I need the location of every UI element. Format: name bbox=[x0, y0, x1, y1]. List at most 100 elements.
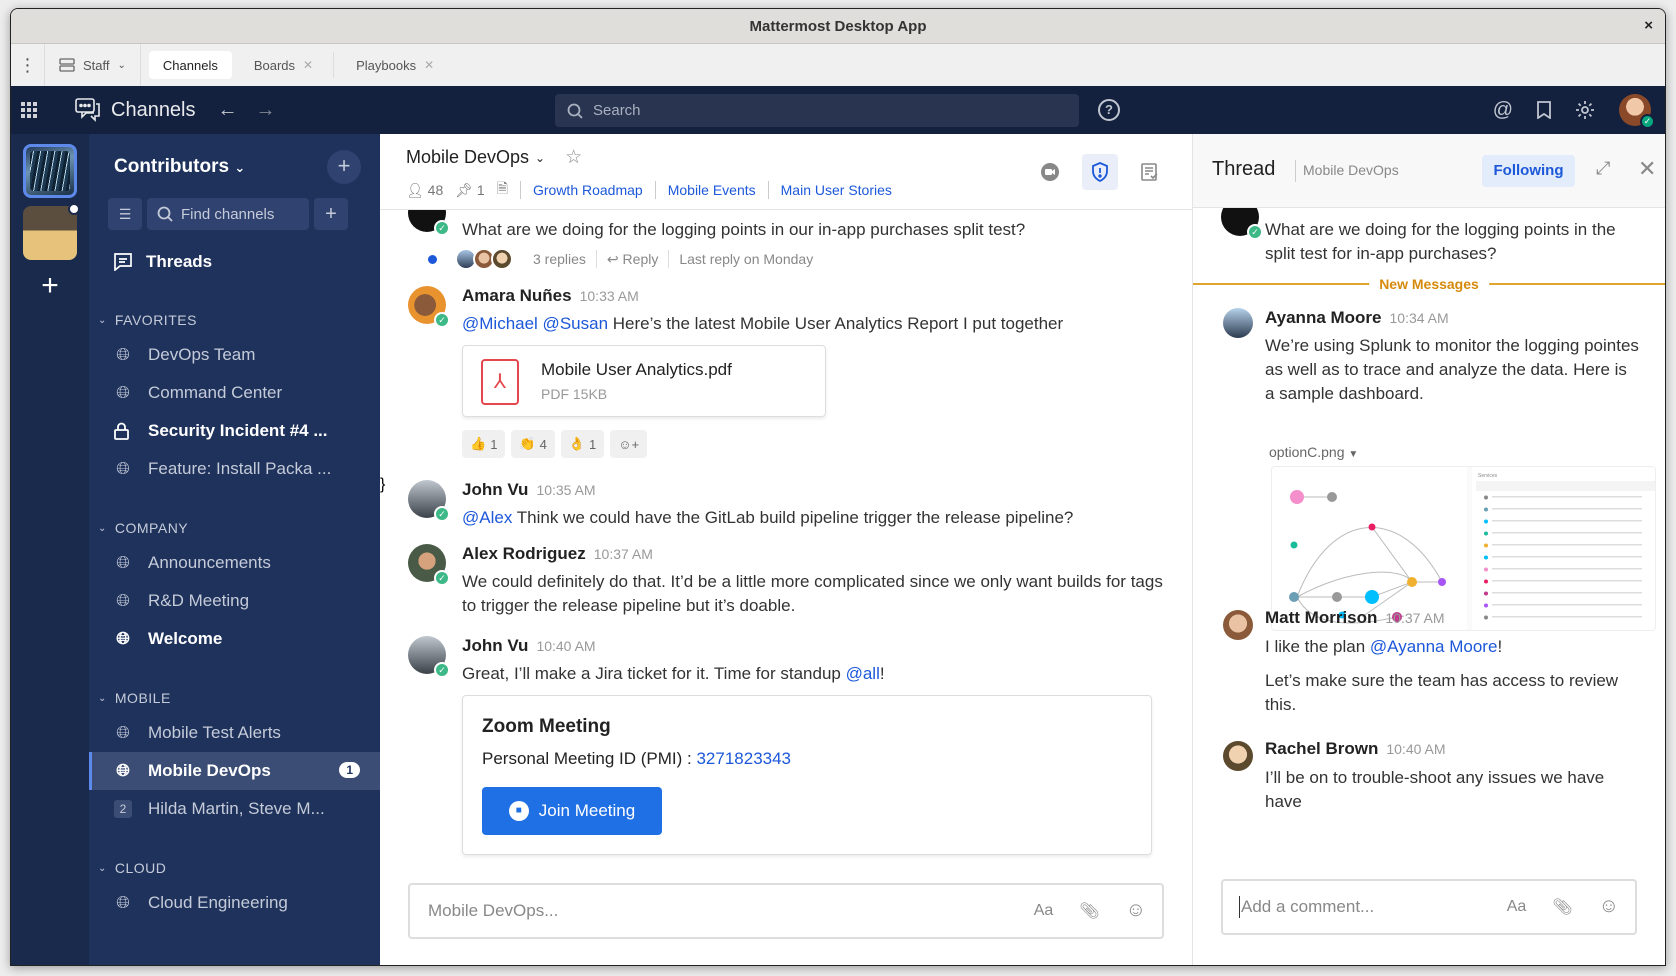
incident-shield-icon[interactable] bbox=[1082, 154, 1118, 190]
post-author[interactable]: Ayanna Moore 10:34 AM bbox=[1265, 308, 1449, 328]
reply-input[interactable]: Add a comment... Aa 📎︎ ☺ bbox=[1221, 879, 1637, 935]
favorite-star-icon[interactable]: ☆ bbox=[565, 146, 582, 169]
sidebar-item-devops-team[interactable]: 🌐︎ DevOps Team bbox=[89, 336, 380, 374]
table-row-line bbox=[1492, 520, 1642, 522]
attach-icon[interactable]: 📎︎ bbox=[1552, 897, 1572, 917]
message-input[interactable]: Mobile DevOps... Aa 📎︎ ☺ bbox=[408, 883, 1164, 939]
new-message-button[interactable]: + bbox=[314, 198, 348, 230]
tab-playbooks[interactable]: Playbooks ✕ bbox=[342, 51, 448, 79]
add-team-icon[interactable]: + bbox=[11, 269, 89, 303]
zoom-meeting-card: Zoom Meeting Personal Meeting ID (PMI) :… bbox=[462, 695, 1152, 855]
image-attachment[interactable]: Services bbox=[1271, 466, 1656, 631]
user-avatar[interactable]: ✓ bbox=[1619, 94, 1655, 129]
post-time[interactable]: 10:40 AM bbox=[1386, 741, 1445, 757]
following-button[interactable]: Following bbox=[1482, 155, 1575, 187]
mention[interactable]: @Michael @Susan bbox=[462, 314, 608, 333]
server-dropdown[interactable]: Staff ⌄ bbox=[45, 44, 141, 86]
post-time[interactable]: 10:34 AM bbox=[1390, 310, 1449, 326]
post-time[interactable]: 10:40 AM bbox=[536, 638, 595, 654]
search-input[interactable]: Search bbox=[555, 94, 1079, 127]
reply-button[interactable]: ↩ Reply bbox=[607, 251, 658, 268]
post-author[interactable]: Matt Morrison 10:37 AM bbox=[1265, 608, 1445, 628]
category-company[interactable]: ⌄ COMPANY bbox=[98, 520, 188, 536]
formatting-icon[interactable]: Aa bbox=[1034, 902, 1054, 920]
bookmark-link[interactable]: Main User Stories bbox=[781, 182, 892, 198]
thread-channel[interactable]: Mobile DevOps bbox=[1303, 162, 1399, 178]
join-meeting-button[interactable]: ■ Join Meeting bbox=[482, 787, 662, 835]
sidebar-item-rd-meeting[interactable]: 🌐︎ R&D Meeting bbox=[89, 582, 380, 620]
sidebar-item-announcements[interactable]: 🌐︎ Announcements bbox=[89, 544, 380, 582]
sidebar-item-cloud-engineering[interactable]: 🌐︎ Cloud Engineering bbox=[89, 884, 380, 922]
post-time[interactable]: 10:33 AM bbox=[580, 288, 639, 304]
sidebar-item-threads[interactable]: Threads bbox=[114, 252, 212, 272]
forward-arrow-icon[interactable]: → bbox=[256, 99, 276, 122]
bookmark-link[interactable]: Mobile Events bbox=[668, 182, 756, 198]
members-button[interactable]: 👤︎ 48 bbox=[406, 182, 443, 199]
reactions: 👍 1 👏 4 👌 1 ☺+ bbox=[462, 430, 648, 458]
post-time[interactable]: 10:37 AM bbox=[594, 546, 653, 562]
add-channel-button[interactable]: + bbox=[327, 150, 361, 184]
emoji-icon[interactable]: ☺ bbox=[1599, 895, 1619, 918]
tab-boards[interactable]: Boards ✕ bbox=[240, 51, 327, 79]
reaction-clap[interactable]: 👏 4 bbox=[511, 430, 555, 458]
post-author[interactable]: John Vu 10:40 AM bbox=[462, 636, 596, 656]
team-second-icon[interactable] bbox=[23, 203, 80, 260]
post-time[interactable]: 10:37 AM bbox=[1385, 610, 1444, 626]
emoji-icon[interactable]: ☺ bbox=[1126, 899, 1146, 922]
channel-title-menu[interactable]: Mobile DevOps ⌄ ☆ bbox=[406, 146, 582, 169]
bookmark-link[interactable]: Growth Roadmap bbox=[533, 182, 643, 198]
category-cloud[interactable]: ⌄ CLOUD bbox=[98, 860, 166, 876]
divider bbox=[668, 250, 670, 268]
tab-channels[interactable]: Channels bbox=[148, 51, 232, 79]
post-time[interactable]: 10:35 AM bbox=[536, 482, 595, 498]
formatting-icon[interactable]: Aa bbox=[1507, 898, 1527, 916]
sidebar-item-security-incident[interactable]: Security Incident #4 ... bbox=[89, 412, 380, 450]
find-channels-input[interactable]: Find channels bbox=[147, 198, 309, 230]
mention[interactable]: @Alex bbox=[462, 508, 512, 527]
add-reaction-icon[interactable]: ☺+ bbox=[610, 430, 648, 458]
files-icon[interactable]: 🗎 bbox=[497, 178, 508, 202]
reaction-thumbs-up[interactable]: 👍 1 bbox=[462, 430, 506, 458]
reply-count[interactable]: 3 replies bbox=[533, 251, 586, 267]
product-switcher[interactable]: Channels bbox=[75, 98, 196, 122]
file-attachment[interactable]: ⅄ Mobile User Analytics.pdf PDF 15KB bbox=[462, 345, 826, 417]
category-mobile[interactable]: ⌄ MOBILE bbox=[98, 690, 171, 706]
video-call-icon[interactable] bbox=[1032, 154, 1068, 190]
team-contributors-icon[interactable] bbox=[23, 144, 77, 198]
sidebar-item-mobile-devops[interactable]: 🌐︎ Mobile DevOps 1 bbox=[89, 752, 380, 790]
category-favorites[interactable]: ⌄ FAVORITES bbox=[98, 312, 197, 328]
sidebar-item-mobile-test-alerts[interactable]: 🌐︎ Mobile Test Alerts bbox=[89, 714, 380, 752]
attach-icon[interactable]: 📎︎ bbox=[1079, 901, 1099, 921]
sidebar-item-feature-install[interactable]: 🌐︎ Feature: Install Packa ... bbox=[89, 450, 380, 488]
product-menu-grid-icon[interactable] bbox=[21, 102, 61, 118]
checklist-icon[interactable] bbox=[1132, 154, 1168, 190]
sidebar-item-group-dm[interactable]: 2 Hilda Martin, Steve M... bbox=[89, 790, 380, 828]
menu-kebab-icon[interactable]: ⋮ bbox=[11, 44, 45, 86]
pinned-button[interactable]: 📌︎ 1 bbox=[455, 182, 484, 199]
mention[interactable]: @all bbox=[846, 664, 880, 683]
filter-icon[interactable]: ☰ bbox=[108, 198, 142, 230]
close-icon[interactable]: ✕ bbox=[1638, 156, 1656, 182]
back-arrow-icon[interactable]: ← bbox=[218, 99, 238, 122]
mention[interactable]: @Ayanna Moore bbox=[1370, 637, 1498, 656]
post-author[interactable]: Alex Rodriguez 10:37 AM bbox=[462, 544, 653, 564]
gear-icon[interactable] bbox=[1575, 100, 1595, 120]
close-window-button[interactable]: × bbox=[1644, 17, 1653, 34]
sidebar-item-welcome[interactable]: 🌐︎ Welcome bbox=[89, 620, 380, 658]
image-name-dropdown[interactable]: optionC.png ▼ bbox=[1269, 444, 1358, 460]
bookmark-icon[interactable] bbox=[1537, 101, 1551, 119]
team-menu[interactable]: Contributors ⌄ bbox=[114, 156, 245, 178]
sidebar-item-command-center[interactable]: 🌐︎ Command Center bbox=[89, 374, 380, 412]
table-row-dot bbox=[1484, 543, 1488, 548]
mention-icon[interactable]: @ bbox=[1493, 99, 1513, 122]
post-author[interactable]: Amara Nuñes 10:33 AM bbox=[462, 286, 639, 306]
pmi-link[interactable]: 3271823343 bbox=[696, 749, 791, 768]
post-author[interactable]: Rachel Brown 10:40 AM bbox=[1265, 739, 1446, 759]
reaction-ok-hand[interactable]: 👌 1 bbox=[560, 430, 605, 458]
help-icon[interactable]: ? bbox=[1098, 99, 1120, 121]
expand-icon[interactable]: ⤢ bbox=[1596, 158, 1610, 179]
post-author[interactable]: John Vu 10:35 AM bbox=[462, 480, 596, 500]
close-tab-icon[interactable]: ✕ bbox=[303, 58, 313, 72]
close-tab-icon[interactable]: ✕ bbox=[424, 58, 434, 72]
divider bbox=[767, 181, 769, 199]
